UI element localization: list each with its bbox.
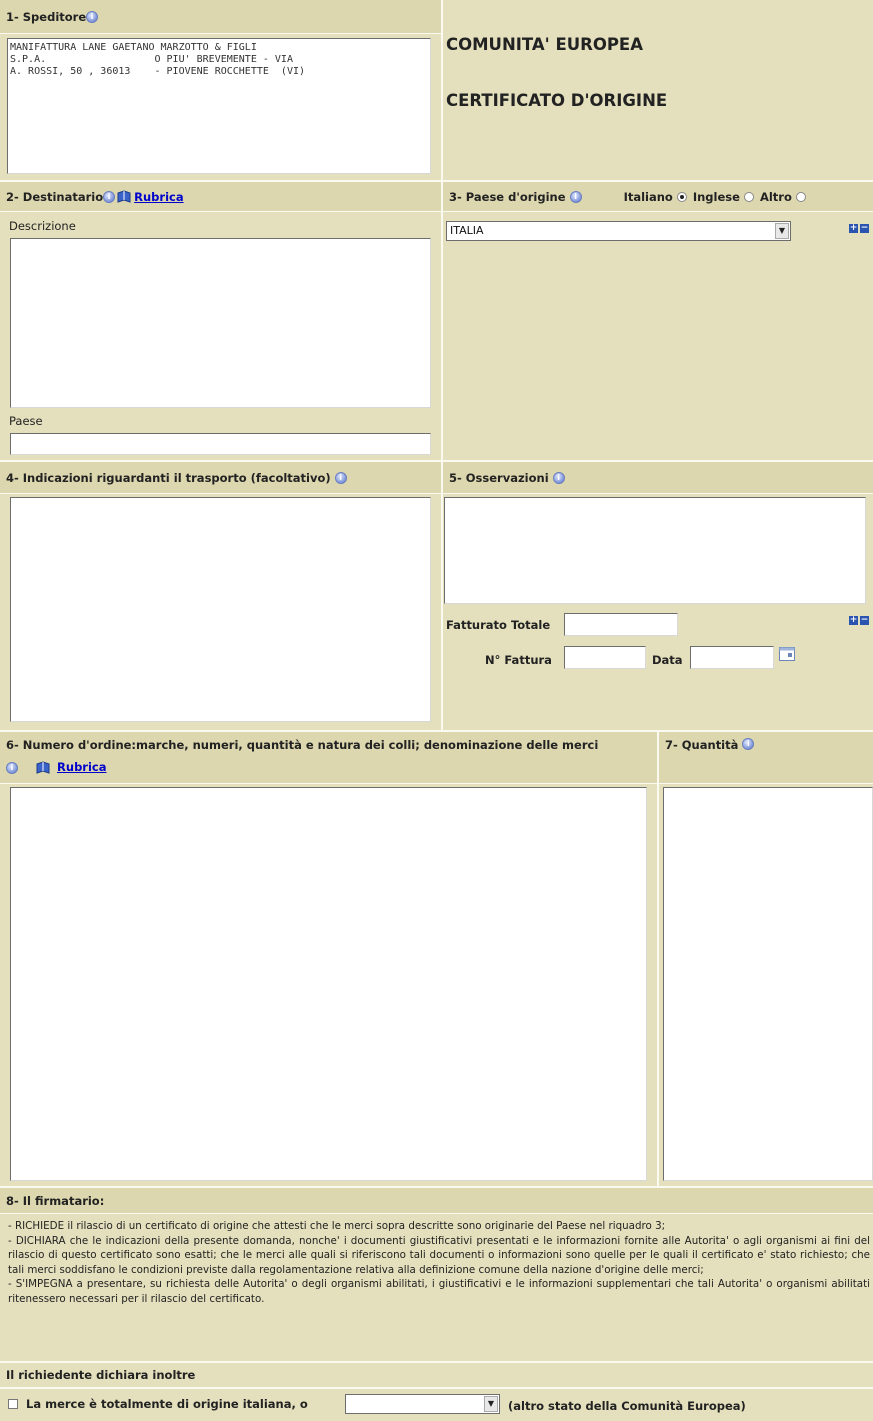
lang-italian-radio[interactable] bbox=[676, 191, 687, 202]
section-5-title: 5- Osservazioni bbox=[449, 470, 549, 485]
declaration-title: Il richiedente dichiara inoltre bbox=[6, 1368, 196, 1382]
lang-english-radio[interactable] bbox=[743, 191, 754, 202]
section-7-header: 7- Quantità i bbox=[659, 732, 873, 784]
transport-textarea[interactable] bbox=[10, 497, 431, 722]
section-2-header: 2- Destinatario i Rubrica bbox=[0, 182, 441, 212]
origin-country-select[interactable]: ITALIA ▼ bbox=[446, 221, 791, 241]
quantity-textarea[interactable] bbox=[663, 787, 873, 1181]
recipient-country-input[interactable] bbox=[10, 433, 431, 455]
lang-english-label: Inglese bbox=[692, 189, 740, 204]
section-1-header: 1- Speditore i bbox=[0, 0, 441, 34]
invoice-number-input[interactable] bbox=[564, 646, 646, 669]
info-icon[interactable]: i bbox=[552, 471, 565, 484]
header-right-panel bbox=[443, 0, 873, 180]
section-1-title: 1- Speditore bbox=[6, 9, 87, 24]
section-2-title: 2- Destinatario bbox=[6, 189, 104, 204]
commit-text: - S'IMPEGNA a presentare, su richiesta d… bbox=[8, 1278, 870, 1305]
plus-icon[interactable]: + bbox=[849, 616, 858, 625]
divider bbox=[441, 0, 443, 730]
section-5-header: 5- Osservazioni i bbox=[443, 462, 873, 494]
origin-country-value: ITALIA bbox=[450, 224, 484, 237]
section-4-header: 4- Indicazioni riguardanti il trasporto … bbox=[0, 462, 441, 494]
community-title: COMUNITA' EUROPEA bbox=[446, 35, 643, 54]
calendar-icon[interactable] bbox=[779, 647, 795, 661]
section-6-header: 6- Numero d'ordine:marche, numeri, quant… bbox=[0, 732, 657, 784]
italian-origin-label: La merce è totalmente di origine italian… bbox=[26, 1397, 308, 1411]
address-book-icon[interactable] bbox=[117, 189, 131, 204]
info-icon[interactable]: i bbox=[103, 190, 116, 203]
goods-description-textarea[interactable] bbox=[10, 787, 647, 1181]
rubrica-link[interactable]: Rubrica bbox=[134, 190, 183, 204]
section-7-title: 7- Quantità bbox=[665, 738, 739, 752]
address-book-icon[interactable] bbox=[36, 760, 50, 775]
info-icon[interactable]: i bbox=[6, 761, 18, 774]
divider bbox=[0, 180, 873, 182]
observations-textarea[interactable] bbox=[444, 497, 866, 604]
date-label: Data bbox=[652, 653, 683, 667]
section-8-title: 8- Il firmatario: bbox=[6, 1193, 105, 1208]
other-eu-state-suffix: (altro stato della Comunità Europea) bbox=[508, 1399, 746, 1413]
lang-other-radio[interactable] bbox=[795, 191, 806, 202]
recipient-description-textarea[interactable] bbox=[10, 238, 431, 408]
total-turnover-label: Fatturato Totale bbox=[446, 618, 551, 632]
italian-origin-checkbox[interactable] bbox=[8, 1399, 18, 1409]
request-text: - RICHIEDE il rilascio di un certificato… bbox=[8, 1220, 666, 1232]
divider bbox=[0, 730, 873, 732]
plus-icon[interactable]: + bbox=[849, 224, 858, 233]
declaration-paragraph: - RICHIEDE il rilascio di un certificato… bbox=[8, 1219, 870, 1306]
divider bbox=[0, 1186, 873, 1188]
section-3-header: 3- Paese d'origine i Italiano Inglese Al… bbox=[443, 182, 873, 212]
divider bbox=[657, 732, 659, 1186]
info-icon[interactable]: i bbox=[86, 10, 99, 23]
origin-declaration-row: La merce è totalmente di origine italian… bbox=[8, 1397, 308, 1411]
info-icon[interactable]: i bbox=[742, 738, 755, 750]
rubrica-link[interactable]: Rubrica bbox=[57, 760, 106, 774]
declare-text: - DICHIARA che le indicazioni della pres… bbox=[8, 1234, 870, 1276]
minus-icon[interactable]: − bbox=[860, 616, 869, 625]
lang-other-label: Altro bbox=[759, 189, 792, 204]
info-icon[interactable]: i bbox=[334, 471, 347, 484]
section-6-title: 6- Numero d'ordine:marche, numeri, quant… bbox=[6, 738, 599, 752]
total-turnover-input[interactable] bbox=[564, 613, 678, 636]
description-label: Descrizione bbox=[9, 219, 76, 233]
date-input[interactable] bbox=[690, 646, 774, 669]
country-label: Paese bbox=[9, 414, 43, 428]
observations-plus-minus: + − bbox=[849, 616, 869, 625]
lang-italian-label: Italiano bbox=[623, 189, 673, 204]
chevron-down-icon[interactable]: ▼ bbox=[775, 223, 789, 239]
sender-textarea[interactable]: MANIFATTURA LANE GAETANO MARZOTTO & FIGL… bbox=[7, 38, 431, 174]
section-8-header: 8- Il firmatario: bbox=[0, 1188, 873, 1214]
origin-plus-minus: + − bbox=[849, 224, 869, 233]
other-eu-state-select[interactable]: ▼ bbox=[345, 1394, 500, 1414]
declaration-header: Il richiedente dichiara inoltre bbox=[0, 1363, 873, 1389]
section-4-title: 4- Indicazioni riguardanti il trasporto … bbox=[6, 470, 331, 485]
chevron-down-icon[interactable]: ▼ bbox=[484, 1396, 498, 1412]
invoice-number-label: N° Fattura bbox=[485, 653, 552, 667]
minus-icon[interactable]: − bbox=[860, 224, 869, 233]
certificate-title: CERTIFICATO D'ORIGINE bbox=[446, 91, 668, 110]
divider bbox=[0, 460, 873, 462]
info-icon[interactable]: i bbox=[569, 190, 582, 203]
section-3-title: 3- Paese d'origine bbox=[449, 189, 566, 204]
